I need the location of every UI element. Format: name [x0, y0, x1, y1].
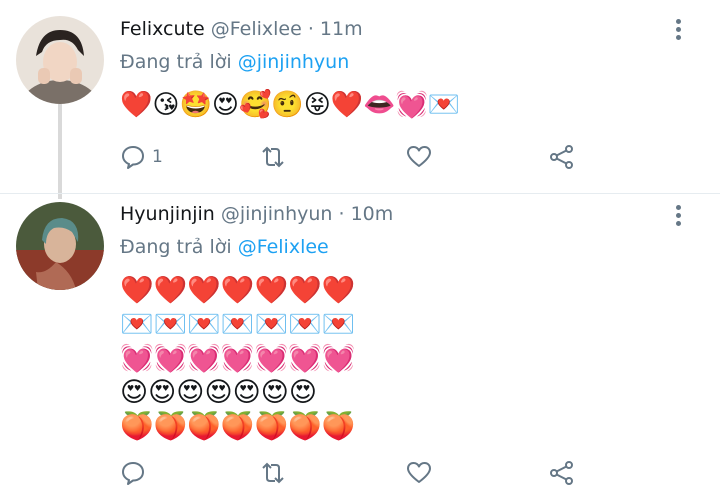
tweet-text: ❤️😘🤩😍🥰🤨😝❤️👄💓💌 [120, 90, 461, 120]
tweet-actions [120, 458, 590, 488]
more-vertical-icon[interactable] [676, 205, 682, 229]
replying-to-label: Đang trả lời [120, 236, 232, 258]
separator-dot: · [307, 18, 314, 40]
heart-icon [407, 146, 431, 167]
mention-link[interactable]: @Felixlee [238, 236, 329, 258]
share-icon [550, 461, 573, 485]
emoji-row: 💓💓💓💓💓💓💓 [120, 343, 356, 374]
timestamp[interactable]: 11m [320, 18, 363, 40]
tweet-text: ❤️❤️❤️❤️❤️❤️❤️ 💌💌💌💌💌💌💌 💓💓💓💓💓💓💓 😍😍😍😍😍😍😍 🍑… [120, 274, 355, 444]
tweet-felixcute[interactable]: Felixcute @Felixlee · 11m Đang trả lời @… [0, 0, 720, 199]
like-button[interactable] [406, 458, 432, 488]
like-button[interactable] [406, 142, 432, 172]
reply-button[interactable] [120, 458, 152, 488]
tweet-hyunjinjin[interactable]: Hyunjinjin @jinjinhyun · 10m Đang trả lờ… [0, 193, 720, 502]
reply-icon [122, 462, 144, 485]
replying-to: Đang trả lời @jinjinhyun [120, 51, 349, 73]
heart-icon [407, 462, 431, 483]
display-name[interactable]: Felixcute [120, 18, 205, 40]
timestamp[interactable]: 10m [351, 203, 394, 225]
emoji-row: 💌💌💌💌💌💌💌 [120, 309, 356, 340]
reply-button[interactable]: 1 [120, 142, 163, 172]
share-button[interactable] [549, 142, 575, 172]
user-handle[interactable]: @jinjinhyun [221, 203, 333, 225]
retweet-icon [262, 146, 284, 168]
share-icon [550, 145, 573, 169]
retweet-button[interactable] [260, 142, 286, 172]
emoji-row: 🍑🍑🍑🍑🍑🍑🍑 [120, 411, 356, 442]
avatar-felixcute[interactable] [16, 16, 104, 104]
avatar-image [16, 16, 104, 104]
avatar-hyunjinjin[interactable] [16, 202, 104, 290]
replying-to: Đang trả lời @Felixlee [120, 236, 329, 258]
user-handle[interactable]: @Felixlee [211, 18, 302, 40]
emoji-row: 😍😍😍😍😍😍😍 [120, 377, 318, 408]
reply-count: 1 [152, 147, 163, 167]
retweet-icon [262, 462, 284, 484]
avatar-image [16, 202, 104, 290]
separator-dot: · [338, 203, 345, 225]
more-vertical-icon[interactable] [676, 19, 682, 43]
tweet-actions: 1 [120, 142, 590, 172]
replying-to-label: Đang trả lời [120, 51, 232, 73]
reply-icon [122, 146, 144, 169]
thread-connector-line [58, 104, 62, 199]
emoji-row: ❤️❤️❤️❤️❤️❤️❤️ [120, 275, 356, 306]
tweet-header: Hyunjinjin @jinjinhyun · 10m [120, 203, 393, 225]
retweet-button[interactable] [260, 458, 286, 488]
mention-link[interactable]: @jinjinhyun [238, 51, 350, 73]
share-button[interactable] [549, 458, 575, 488]
tweet-header: Felixcute @Felixlee · 11m [120, 18, 363, 40]
display-name[interactable]: Hyunjinjin [120, 203, 215, 225]
